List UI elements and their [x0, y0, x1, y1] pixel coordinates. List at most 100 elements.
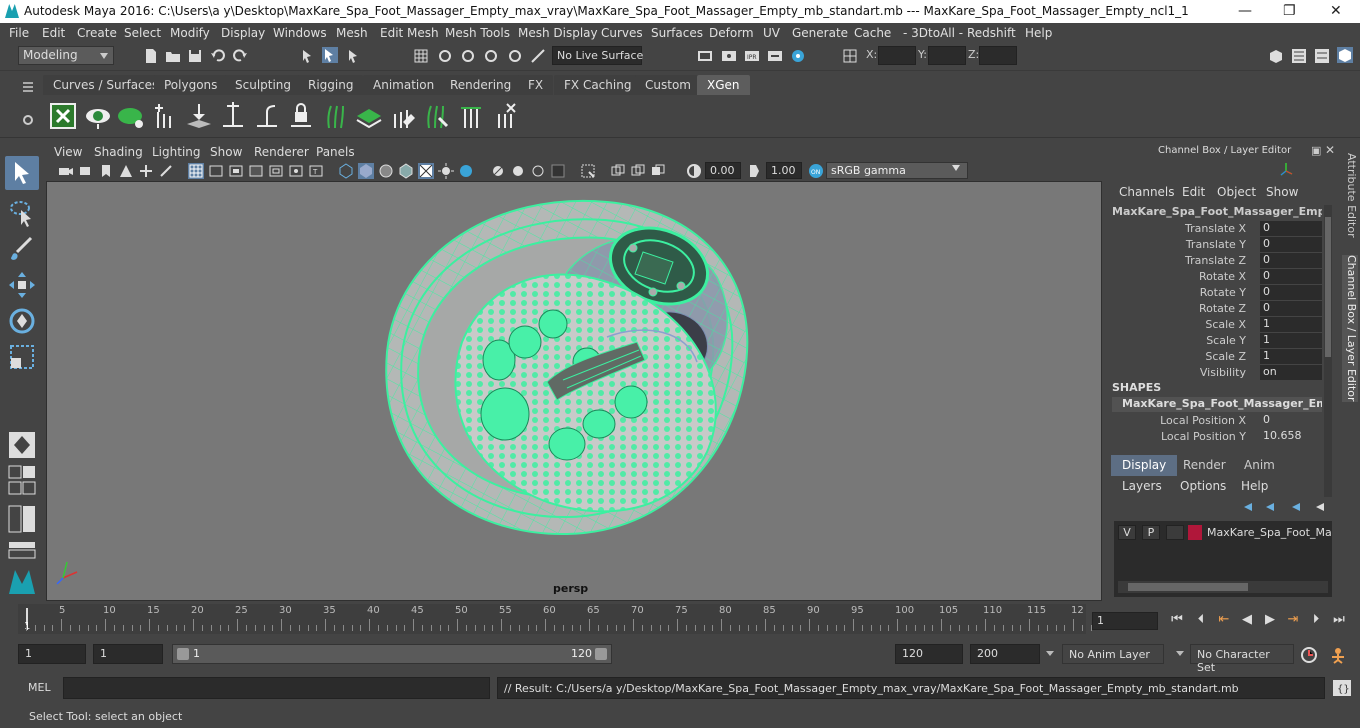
layer-menu-layers[interactable]: Layers: [1122, 479, 1162, 493]
move-tool-button[interactable]: [5, 268, 39, 302]
wireframe-shading-icon[interactable]: [338, 163, 354, 179]
close-panel-icon[interactable]: ✕: [1325, 143, 1335, 157]
snap-view-plane-icon[interactable]: [483, 48, 499, 64]
gate-mask-icon[interactable]: [248, 163, 264, 179]
attribute-editor-toggle-icon[interactable]: [1291, 48, 1307, 64]
xgen-editor-icon[interactable]: [49, 102, 77, 130]
redo-icon[interactable]: [232, 48, 248, 64]
isolate-select-icon[interactable]: [550, 163, 566, 179]
menu-curves[interactable]: Curves: [601, 26, 643, 40]
live-surface-field[interactable]: No Live Surface: [552, 46, 643, 65]
shelf-menu-icon[interactable]: [20, 79, 36, 95]
display-layer-row[interactable]: V P MaxKare_Spa_Foot_Mass: [1114, 521, 1332, 543]
channel-box-menu-channels[interactable]: Channels: [1119, 185, 1175, 199]
play-forwards-icon[interactable]: ▶: [1261, 612, 1279, 628]
paint-select-tool-button[interactable]: [5, 232, 39, 266]
tool-settings-toggle-icon[interactable]: [1314, 48, 1330, 64]
playback-end-field[interactable]: 120: [895, 644, 963, 664]
render-frame-icon[interactable]: [721, 48, 737, 64]
safe-title-icon[interactable]: T: [308, 163, 324, 179]
2d-pan-zoom-icon[interactable]: [138, 163, 154, 179]
make-live-icon[interactable]: [530, 48, 546, 64]
wireframe-on-shaded-icon[interactable]: [378, 163, 394, 179]
xgen-place-guide-icon[interactable]: [185, 102, 213, 130]
gamma-field[interactable]: 1.00: [766, 162, 802, 179]
xgen-delete-guides-icon[interactable]: [491, 102, 519, 130]
menu-redshift[interactable]: Redshift: [967, 26, 1016, 40]
attr-row-local-position-y[interactable]: Local Position Y 10.658: [1106, 429, 1324, 445]
layer-visibility-toggle[interactable]: V: [1118, 525, 1136, 540]
command-language-label[interactable]: MEL: [28, 681, 51, 694]
tab-fx-caching[interactable]: FX Caching: [554, 75, 642, 95]
layer-playback-toggle[interactable]: P: [1142, 525, 1160, 540]
anim-layer-select[interactable]: No Anim Layer: [1062, 644, 1164, 664]
grid-toggle-icon[interactable]: [188, 163, 204, 179]
channel-box-menu-edit[interactable]: Edit: [1182, 185, 1205, 199]
xgen-normalize-guides-icon[interactable]: [457, 102, 485, 130]
x-field[interactable]: [878, 46, 916, 65]
smooth-shade-icon[interactable]: [358, 163, 374, 179]
viewport-menu-lighting[interactable]: Lighting: [152, 145, 201, 159]
snap-live-icon[interactable]: [507, 48, 523, 64]
menu-deform[interactable]: Deform: [709, 26, 754, 40]
menu-windows[interactable]: Windows: [273, 26, 327, 40]
hypershade-icon[interactable]: [790, 48, 806, 64]
textured-icon[interactable]: [398, 163, 414, 179]
layer-tab-display[interactable]: Display: [1111, 455, 1178, 476]
menu-generate[interactable]: Generate: [792, 26, 848, 40]
outliner-layout-button[interactable]: [5, 504, 39, 534]
layer-tab-anim[interactable]: Anim: [1233, 455, 1286, 476]
attribute-editor-tab[interactable]: Attribute Editor: [1342, 153, 1358, 238]
character-set-dropdown-arrow-icon[interactable]: [1176, 651, 1184, 656]
select-object-icon[interactable]: [322, 47, 338, 63]
viewport-menu-shading[interactable]: Shading: [94, 145, 143, 159]
xray-joints-icon[interactable]: [610, 163, 626, 179]
xgen-groom-icon[interactable]: [355, 102, 383, 130]
xgen-guide-tool-icon[interactable]: [219, 102, 247, 130]
bookmark-icon[interactable]: [98, 163, 114, 179]
script-editor-icon[interactable]: {}: [1332, 679, 1352, 697]
menu-surfaces[interactable]: Surfaces: [651, 26, 703, 40]
lasso-tool-button[interactable]: [5, 196, 39, 230]
tab-xgen[interactable]: XGen: [697, 75, 750, 95]
minimize-icon[interactable]: —: [1238, 3, 1252, 19]
render-settings-icon[interactable]: [767, 48, 783, 64]
safe-action-icon[interactable]: [288, 163, 304, 179]
view-transform-dropdown-arrow-icon[interactable]: [952, 165, 960, 171]
tab-rendering[interactable]: Rendering: [440, 75, 522, 95]
perspective-viewport[interactable]: persp: [46, 181, 1102, 601]
layer-color-swatch[interactable]: [1188, 525, 1202, 540]
play-backwards-icon[interactable]: ◀: [1238, 612, 1256, 628]
channel-box-toggle-icon[interactable]: [1337, 47, 1353, 63]
current-frame-field[interactable]: 1: [1092, 612, 1158, 630]
attr-row-scale-y[interactable]: Scale Y1: [1106, 333, 1324, 349]
attr-row-translate-x[interactable]: Translate X0: [1106, 221, 1324, 237]
scene-end-field[interactable]: 200: [970, 644, 1040, 664]
channel-box-scrollbar[interactable]: [1324, 205, 1332, 497]
menu-mesh[interactable]: Mesh: [336, 26, 368, 40]
ambient-occlusion-icon[interactable]: [458, 163, 474, 179]
open-scene-icon[interactable]: [165, 48, 181, 64]
tab-fx[interactable]: FX: [518, 75, 554, 95]
anim-layer-dropdown-arrow-icon[interactable]: [1046, 651, 1054, 656]
step-forward-key-icon[interactable]: ⇥: [1284, 612, 1302, 628]
camera-icon[interactable]: [58, 163, 74, 179]
layer-display-type[interactable]: [1166, 525, 1184, 540]
select-hierarchy-icon[interactable]: [300, 48, 316, 64]
xgen-comb-guides-icon[interactable]: [423, 102, 451, 130]
menu-mesh-tools[interactable]: Mesh Tools: [445, 26, 510, 40]
maximize-icon[interactable]: ❐: [1283, 3, 1296, 19]
snap-point-icon[interactable]: [460, 48, 476, 64]
attr-row-rotate-y[interactable]: Rotate Y0: [1106, 285, 1324, 301]
film-gate-icon[interactable]: [208, 163, 224, 179]
exposure-field[interactable]: 0.00: [705, 162, 741, 179]
resolution-gate-icon[interactable]: [228, 163, 244, 179]
attr-row-translate-z[interactable]: Translate Z0: [1106, 253, 1324, 269]
attr-row-local-position-x[interactable]: Local Position X0: [1106, 413, 1324, 429]
channel-box-menu-object[interactable]: Object: [1217, 185, 1256, 199]
range-slider-start-handle[interactable]: [177, 648, 189, 660]
spa-foot-massager-model[interactable]: [47, 182, 1102, 601]
animation-preferences-icon[interactable]: [1328, 646, 1348, 664]
single-perspective-layout-button[interactable]: [5, 428, 39, 462]
snap-curve-icon[interactable]: [437, 48, 453, 64]
